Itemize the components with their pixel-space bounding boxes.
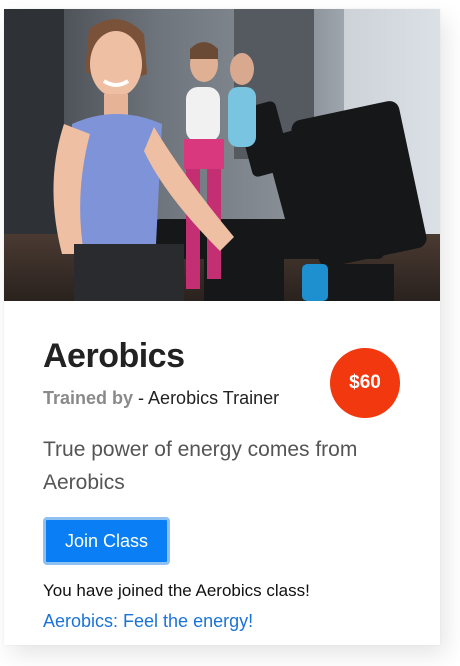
price-badge: $60: [330, 348, 400, 418]
join-class-button[interactable]: Join Class: [43, 517, 170, 565]
class-hero-image: [4, 9, 440, 301]
trainer-line: Trained by - Aerobics Trainer: [43, 388, 279, 409]
class-card-body: Aerobics Trained by - Aerobics Trainer $…: [4, 301, 440, 645]
trainer-prefix: Trained by: [43, 388, 134, 408]
trainer-separator: -: [133, 388, 149, 408]
class-card: Aerobics Trained by - Aerobics Trainer $…: [4, 9, 440, 645]
gym-photo-illustration: [4, 9, 440, 301]
joined-message: You have joined the Aerobics class!: [43, 581, 310, 600]
class-description: True power of energy comes from Aerobics: [43, 438, 358, 494]
trainer-name: Aerobics Trainer: [148, 388, 280, 408]
class-title: Aerobics: [43, 337, 185, 375]
tagline-link[interactable]: Aerobics: Feel the energy!: [43, 611, 253, 632]
